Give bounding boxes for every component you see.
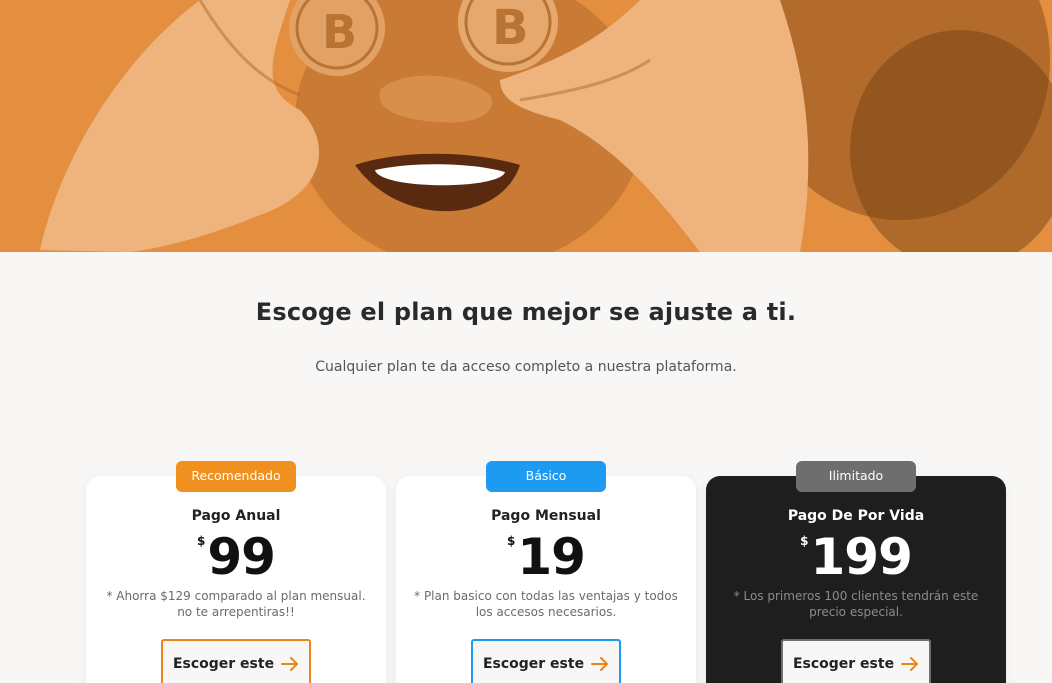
badge-unlimited: Ilimitado <box>796 461 916 492</box>
hero-illustration: B B <box>0 0 1052 252</box>
page-subtitle: Cualquier plan te da acceso completo a n… <box>315 359 737 375</box>
plan-note: * Plan basico con todas las ventajas y t… <box>414 589 678 619</box>
choose-plan-label: Escoger este <box>482 656 585 672</box>
plan-card-annual: Pago Anual $99 * Ahorra $129 comparado a… <box>86 476 386 683</box>
price-value: 199 <box>810 528 912 586</box>
plan-price: $199 <box>706 528 1006 586</box>
plan-note: * Los primeros 100 clientes tendrán este… <box>733 589 979 619</box>
arrow-right-icon <box>901 657 919 671</box>
price-value: 99 <box>207 528 276 586</box>
plan-name: Pago Anual <box>191 508 281 524</box>
currency-symbol: $ <box>800 534 809 548</box>
arrow-right-icon <box>281 657 299 671</box>
svg-text:B: B <box>322 5 357 59</box>
choose-plan-button[interactable]: Escoger este <box>471 639 621 683</box>
currency-symbol: $ <box>197 534 206 548</box>
plan-note: * Ahorra $129 comparado al plan mensual.… <box>106 589 366 619</box>
plan-card-lifetime: Pago De Por Vida $199 * Los primeros 100… <box>706 476 1006 683</box>
plan-price: $19 <box>396 528 696 586</box>
arrow-right-icon <box>591 657 609 671</box>
choose-plan-label: Escoger este <box>792 656 895 672</box>
choose-plan-button[interactable]: Escoger este <box>161 639 311 683</box>
choose-plan-label: Escoger este <box>172 656 275 672</box>
badge-recommended: Recomendado <box>176 461 296 492</box>
currency-symbol: $ <box>507 534 516 548</box>
choose-plan-button[interactable]: Escoger este <box>781 639 931 683</box>
plan-card-monthly: Pago Mensual $19 * Plan basico con todas… <box>396 476 696 683</box>
plan-price: $99 <box>86 528 386 586</box>
plan-name: Pago Mensual <box>491 508 601 524</box>
plan-name: Pago De Por Vida <box>787 508 925 524</box>
price-value: 19 <box>517 528 586 586</box>
badge-basic: Básico <box>486 461 606 492</box>
hero-image: B B <box>0 0 1052 252</box>
page-title: Escoge el plan que mejor se ajuste a ti. <box>255 298 797 326</box>
svg-text:B: B <box>492 0 529 56</box>
